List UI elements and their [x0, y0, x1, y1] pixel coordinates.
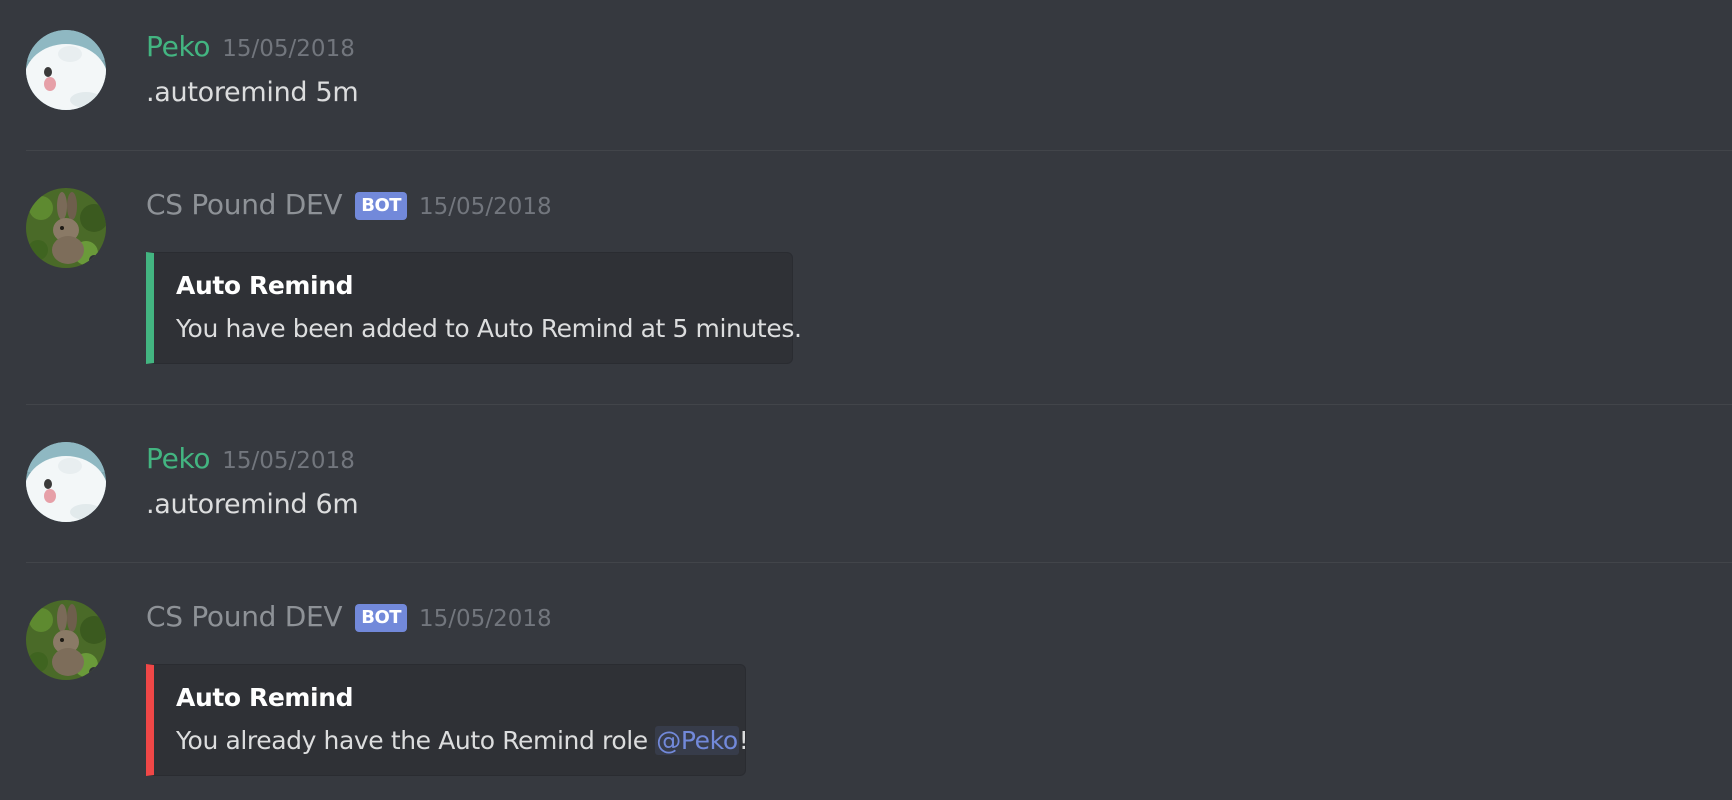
- embed-title: Auto Remind: [176, 683, 354, 712]
- embed: Auto Remind You already have the Auto Re…: [146, 664, 749, 776]
- username[interactable]: CS Pound DEV: [146, 600, 343, 634]
- embed: Auto Remind You have been added to Auto …: [146, 252, 802, 364]
- chat-messages: Peko 15/05/2018 .autoremind 5m CS Pound …: [0, 0, 1732, 800]
- timestamp[interactable]: 15/05/2018: [222, 36, 355, 62]
- rabbit-avatar-icon[interactable]: [26, 188, 106, 268]
- message-divider: [26, 404, 1732, 405]
- embed-title: Auto Remind: [176, 271, 354, 300]
- timestamp[interactable]: 15/05/2018: [419, 606, 552, 632]
- user-mention[interactable]: @Peko: [655, 726, 739, 755]
- bot-tag: BOT: [355, 604, 408, 632]
- embed-description: You have been added to Auto Remind at 5 …: [176, 314, 802, 343]
- username[interactable]: CS Pound DEV: [146, 188, 343, 222]
- timestamp[interactable]: 15/05/2018: [222, 448, 355, 474]
- message-divider: [26, 562, 1732, 563]
- embed-description-text: You already have the Auto Remind role: [176, 726, 656, 755]
- timestamp[interactable]: 15/05/2018: [419, 194, 552, 220]
- username[interactable]: Peko: [146, 30, 211, 64]
- embed-description: You already have the Auto Remind role @P…: [176, 725, 749, 757]
- username[interactable]: Peko: [146, 442, 211, 476]
- embed-description-suffix: !: [738, 726, 749, 755]
- message-divider: [26, 150, 1732, 151]
- peko-avatar-icon[interactable]: [26, 30, 106, 110]
- rabbit-avatar-icon[interactable]: [26, 600, 106, 680]
- message-content: .autoremind 5m: [146, 77, 359, 108]
- bot-tag: BOT: [355, 192, 408, 220]
- message-header: CS Pound DEV BOT 15/05/2018: [146, 600, 552, 635]
- message-header: CS Pound DEV BOT 15/05/2018: [146, 188, 552, 223]
- message-header: Peko 15/05/2018: [146, 442, 355, 476]
- message-header: Peko 15/05/2018: [146, 30, 355, 64]
- peko-avatar-icon[interactable]: [26, 442, 106, 522]
- message-content: .autoremind 6m: [146, 489, 359, 520]
